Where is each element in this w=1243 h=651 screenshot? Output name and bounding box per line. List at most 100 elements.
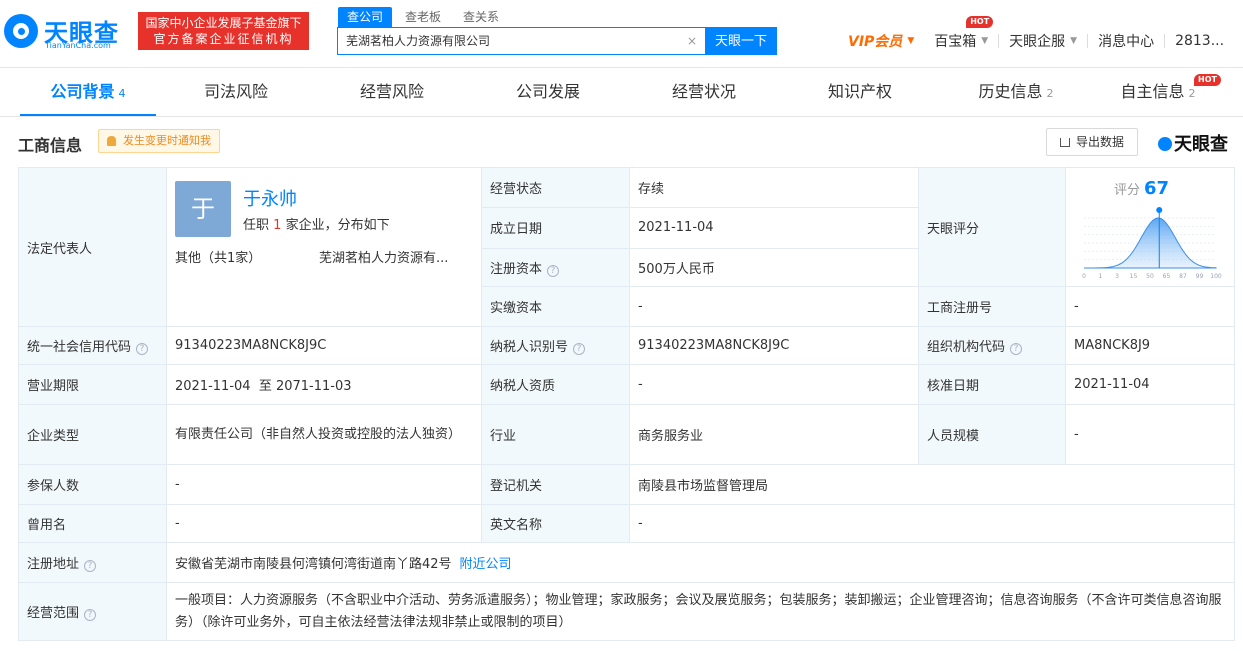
field-label: 注册资本	[490, 261, 543, 277]
legal-rep-company[interactable]: 芜湖茗柏人力资源有...	[319, 247, 448, 266]
tab-company-background[interactable]: 公司背景 4	[20, 68, 156, 116]
search-tab-relation[interactable]: 查关系	[454, 7, 508, 27]
field-value: -	[1065, 404, 1235, 465]
tab-label: 公司背景	[50, 82, 115, 101]
top-nav: VIP会员 ▼ 百宝箱 ▼ HOT 天眼企服 ▼ 消息中心 2813...	[838, 16, 1234, 51]
field-value: 2021-11-04 至 2071-11-03	[166, 364, 482, 405]
promo-badge: 国家中小企业发展子基金旗下 官方备案企业征信机构	[138, 12, 309, 50]
search-input[interactable]: 芜湖茗柏人力资源有限公司 ×	[337, 27, 705, 55]
tab-operating-risk[interactable]: 经营风险	[324, 68, 460, 116]
tick-label: 1	[1099, 273, 1103, 280]
field-label: 人员规模	[918, 404, 1066, 465]
search-tab-company[interactable]: 查公司	[338, 7, 393, 27]
tab-operating-status[interactable]: 经营状况	[636, 68, 772, 116]
tab-company-development[interactable]: 公司发展	[480, 68, 616, 116]
messages-link[interactable]: 消息中心	[1088, 31, 1164, 51]
hot-badge: HOT	[1194, 74, 1221, 86]
legal-rep-cell: 于 于永帅 任职 1 家企业，分布如下 其他（共1家） 芜湖茗柏人力资源有...	[166, 167, 482, 327]
help-icon[interactable]: ?	[136, 343, 149, 355]
enterprise-menu[interactable]: 天眼企服 ▼	[999, 31, 1087, 51]
notify-on-change-button[interactable]: 发生变更时通知我	[98, 129, 220, 153]
brand-text: 天眼查	[1174, 134, 1228, 155]
field-value: 存续	[629, 166, 919, 209]
field-label: 纳税人识别号	[490, 340, 569, 355]
help-icon[interactable]: ?	[547, 264, 560, 277]
search-tab-boss[interactable]: 查老板	[396, 7, 450, 27]
help-icon[interactable]: ?	[84, 609, 97, 621]
field-label: 工商注册号	[918, 286, 1066, 327]
tick-label: 65	[1163, 273, 1171, 280]
section-header: 工商信息 发生变更时通知我 导出数据 天眼查	[18, 128, 1234, 156]
treasure-label: 百宝箱	[934, 34, 977, 50]
avatar[interactable]: 于	[175, 181, 231, 237]
legal-rep-positions: 任职 1 家企业，分布如下	[243, 214, 390, 233]
score-value: 67	[1144, 178, 1170, 199]
tick-label: 15	[1130, 273, 1138, 280]
field-label: 经营状态	[481, 166, 630, 209]
score-cell[interactable]: 评分 67 0 1 3 15 50 65 87 99 100	[1065, 167, 1235, 287]
legal-rep-name[interactable]: 于永帅	[243, 185, 297, 211]
logo-domain: TianYanCha.com	[45, 41, 111, 50]
help-icon[interactable]: ?	[573, 343, 586, 355]
address-cell: 安徽省芜湖市南陵县何湾镇何湾街道南丫路42号 附近公司	[166, 542, 1235, 583]
field-label: 营业期限	[18, 364, 167, 405]
field-value: 91340223MA8NCK8J9C	[629, 326, 919, 365]
scope-label: 经营范围?	[18, 582, 167, 641]
vip-menu[interactable]: VIP会员 ▼	[838, 31, 924, 51]
vip-label: VIP会员	[848, 34, 903, 50]
search-button[interactable]: 天眼一下	[705, 27, 777, 55]
org-code-label: 组织机构代码?	[918, 326, 1066, 365]
caret-down-icon: ▼	[907, 36, 915, 46]
enterprise-label: 天眼企服	[1009, 34, 1066, 50]
credit-code-label: 统一社会信用代码?	[18, 326, 167, 365]
field-label: 参保人数	[18, 464, 167, 505]
brand-watermark: 天眼查	[1158, 130, 1228, 156]
search-type-tabs: 查公司 查老板 查关系	[338, 7, 512, 27]
user-menu[interactable]: 2813...	[1165, 33, 1234, 49]
tab-intellectual-property[interactable]: 知识产权	[792, 68, 928, 116]
score-marker-dot	[1156, 207, 1163, 213]
field-value: 商务服务业	[629, 404, 919, 465]
field-value: 91340223MA8NCK8J9C	[166, 326, 482, 365]
field-value: -	[629, 504, 1235, 543]
field-label: 行业	[481, 404, 630, 465]
tab-judicial-risk[interactable]: 司法风险	[168, 68, 304, 116]
search-input-value: 芜湖茗柏人力资源有限公司	[346, 34, 491, 48]
site-logo[interactable]: 天眼查 TianYanCha.com	[4, 10, 132, 52]
registered-capital-label: 注册资本?	[481, 247, 630, 288]
business-info-table: 法定代表人 于 于永帅 任职 1 家企业，分布如下 其他（共1家） 芜湖茗柏人力…	[18, 166, 1235, 641]
tab-count: 2	[1188, 87, 1196, 100]
field-value: -	[1065, 286, 1235, 327]
field-label: 核准日期	[918, 364, 1066, 405]
tab-label: 经营风险	[359, 82, 424, 101]
address-value: 安徽省芜湖市南陵县何湾镇何湾街道南丫路42号	[175, 557, 452, 572]
positions-suffix: 家企业，分布如下	[285, 218, 390, 233]
tick-label: 87	[1179, 273, 1187, 280]
chart-tick-labels: 0 1 3 15 50 65 87 99 100	[1082, 273, 1222, 280]
field-label: 实缴资本	[481, 286, 630, 327]
field-label: 曾用名	[18, 504, 167, 543]
field-value: -	[629, 364, 919, 405]
tick-label: 99	[1196, 273, 1204, 280]
logo-eye-icon	[4, 14, 38, 48]
treasure-menu[interactable]: 百宝箱 ▼ HOT	[924, 16, 998, 51]
tab-label: 公司发展	[515, 82, 580, 101]
nearby-companies-link[interactable]: 附近公司	[460, 557, 512, 572]
tab-label: 司法风险	[203, 82, 268, 101]
field-label: 组织机构代码	[927, 340, 1006, 355]
legal-rep-other-roles[interactable]: 其他（共1家）	[175, 247, 261, 266]
tab-history[interactable]: 历史信息 2	[948, 68, 1084, 116]
help-icon[interactable]: ?	[84, 560, 97, 572]
field-value: MA8NCK8J9	[1065, 326, 1235, 365]
field-value: -	[166, 504, 482, 543]
field-label: 英文名称	[481, 504, 630, 543]
help-icon[interactable]: ?	[1010, 343, 1023, 355]
hot-badge: HOT	[966, 16, 994, 28]
field-label: 登记机关	[481, 464, 630, 505]
logo-eye-icon	[1158, 137, 1172, 151]
clear-icon[interactable]: ×	[687, 28, 697, 54]
top-header: 天眼查 TianYanCha.com 国家中小企业发展子基金旗下 官方备案企业征…	[0, 0, 1243, 68]
tab-self-info[interactable]: 自主信息 2 HOT	[1090, 68, 1226, 116]
export-label: 导出数据	[1075, 135, 1124, 149]
export-data-button[interactable]: 导出数据	[1046, 128, 1138, 156]
